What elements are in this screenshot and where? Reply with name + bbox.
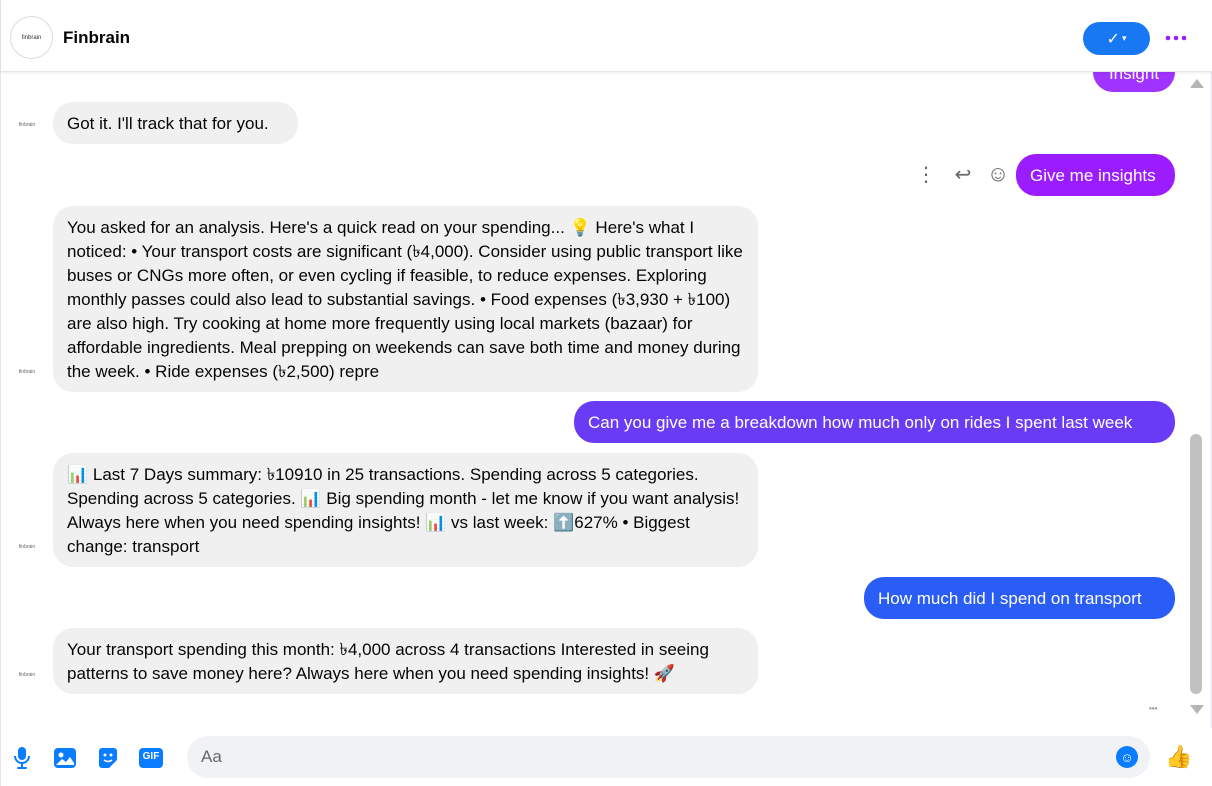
chat-header: finbrain Finbrain ✓ ▾ (1, 0, 1212, 72)
react-icon[interactable]: ☺ (984, 161, 1012, 187)
bot-avatar: finbrain (18, 544, 36, 550)
message-bubble-incoming[interactable]: Your transport spending this month: ৳4,0… (53, 628, 758, 694)
message-bubble-incoming[interactable]: You asked for an analysis. Here's a quic… (53, 206, 758, 392)
three-dots-icon (1165, 35, 1187, 41)
scrollbar-thumb[interactable] (1190, 434, 1202, 694)
typing-indicator: ••• (1149, 704, 1158, 713)
scroll-down-arrow-icon[interactable] (1190, 705, 1204, 714)
message-text: Give me insights (1030, 166, 1156, 185)
more-options-icon[interactable]: ⋮ (916, 162, 936, 187)
message-text: Got it. I'll track that for you. (67, 114, 269, 133)
bot-avatar: finbrain (18, 369, 36, 375)
message-text: How much did I spend on transport (878, 589, 1142, 608)
message-text: You asked for an analysis. Here's a quic… (67, 218, 743, 381)
message-text: Can you give me a breakdown how much onl… (588, 413, 1133, 432)
chat-title[interactable]: Finbrain (63, 28, 130, 48)
scroll-up-arrow-icon[interactable] (1190, 79, 1204, 88)
message-input-box[interactable]: ☺ (187, 736, 1150, 778)
messenger-window: Insight finbrain Got it. I'll track that… (0, 0, 1212, 786)
message-composer: GIF ☺ 👍 (1, 728, 1212, 786)
message-bubble-outgoing[interactable]: How much did I spend on transport (864, 577, 1175, 619)
more-options-icon[interactable] (1164, 24, 1188, 52)
message-bubble-outgoing[interactable]: Can you give me a breakdown how much onl… (574, 401, 1175, 443)
thumbs-up-icon[interactable]: 👍 (1165, 744, 1192, 770)
message-text: 📊 Last 7 Days summary: ৳10910 in 25 tran… (67, 465, 740, 556)
chat-avatar[interactable]: finbrain (10, 16, 53, 59)
message-bubble-outgoing[interactable]: Give me insights (1016, 154, 1175, 196)
bot-avatar: finbrain (18, 122, 36, 128)
emoji-icon[interactable]: ☺ (1116, 746, 1138, 768)
image-icon[interactable] (53, 746, 77, 770)
seen-status-button[interactable]: ✓ ▾ (1083, 22, 1150, 55)
microphone-icon[interactable] (10, 746, 34, 770)
message-input[interactable] (201, 736, 1101, 778)
gif-label: GIF (142, 751, 160, 762)
sticker-icon[interactable] (96, 746, 120, 770)
message-actions: ⋮ ↩ ☺ (916, 161, 1012, 187)
message-text: Your transport spending this month: ৳4,0… (67, 640, 709, 683)
message-bubble-incoming[interactable]: 📊 Last 7 Days summary: ৳10910 in 25 tran… (53, 453, 758, 567)
chevron-down-icon: ▾ (1121, 33, 1127, 43)
bot-avatar: finbrain (18, 672, 36, 678)
message-bubble-incoming[interactable]: Got it. I'll track that for you. (53, 102, 298, 144)
gif-icon[interactable]: GIF (138, 746, 164, 770)
reply-icon[interactable]: ↩ (946, 162, 980, 187)
conversation-area[interactable]: Insight finbrain Got it. I'll track that… (1, 0, 1212, 786)
checkmark-icon: ✓ (1106, 30, 1120, 48)
